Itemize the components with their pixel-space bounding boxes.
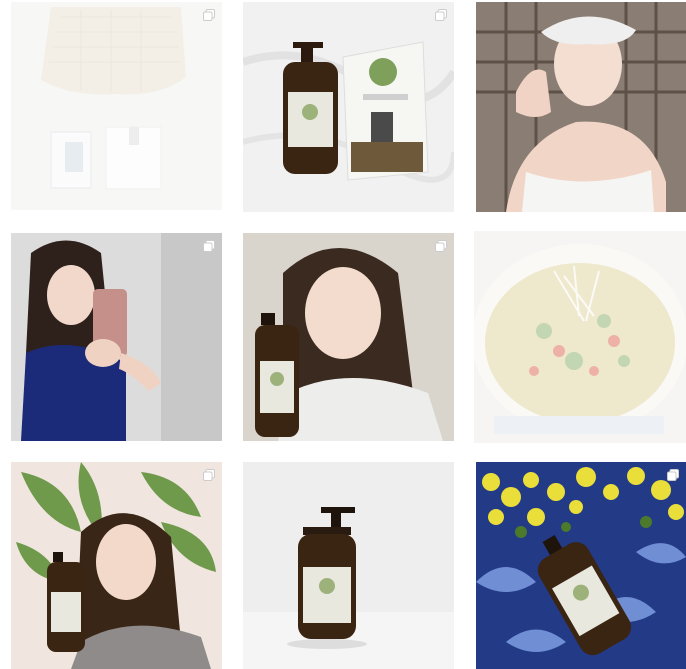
multiple-images-icon xyxy=(435,9,447,21)
post-image xyxy=(243,2,454,212)
image-overlay xyxy=(11,2,222,210)
post-image xyxy=(476,462,686,669)
image-overlay xyxy=(474,231,686,443)
post-grid xyxy=(0,0,686,669)
post-tile-bottle-plain[interactable] xyxy=(243,462,454,669)
multiple-images-icon xyxy=(203,240,215,252)
post-image xyxy=(243,462,454,669)
post-image xyxy=(243,233,454,441)
post-image xyxy=(11,233,222,441)
post-tile-mirror-selfie[interactable] xyxy=(11,233,222,441)
multiple-images-icon xyxy=(203,9,215,21)
post-tile-bottle-with-flowers[interactable] xyxy=(476,462,686,669)
post-image xyxy=(11,462,222,669)
multiple-images-icon xyxy=(435,240,447,252)
post-tile-noodle-salad[interactable] xyxy=(474,231,686,443)
multiple-images-icon xyxy=(667,469,679,481)
post-tile-knit-top[interactable] xyxy=(11,2,222,210)
post-tile-woman-with-plant[interactable] xyxy=(11,462,222,669)
multiple-images-icon xyxy=(203,469,215,481)
post-tile-woman-holding-bottle[interactable] xyxy=(243,233,454,441)
post-image xyxy=(476,2,686,212)
post-tile-woman-in-towel[interactable] xyxy=(476,2,686,212)
post-tile-bottle-with-box[interactable] xyxy=(243,2,454,212)
